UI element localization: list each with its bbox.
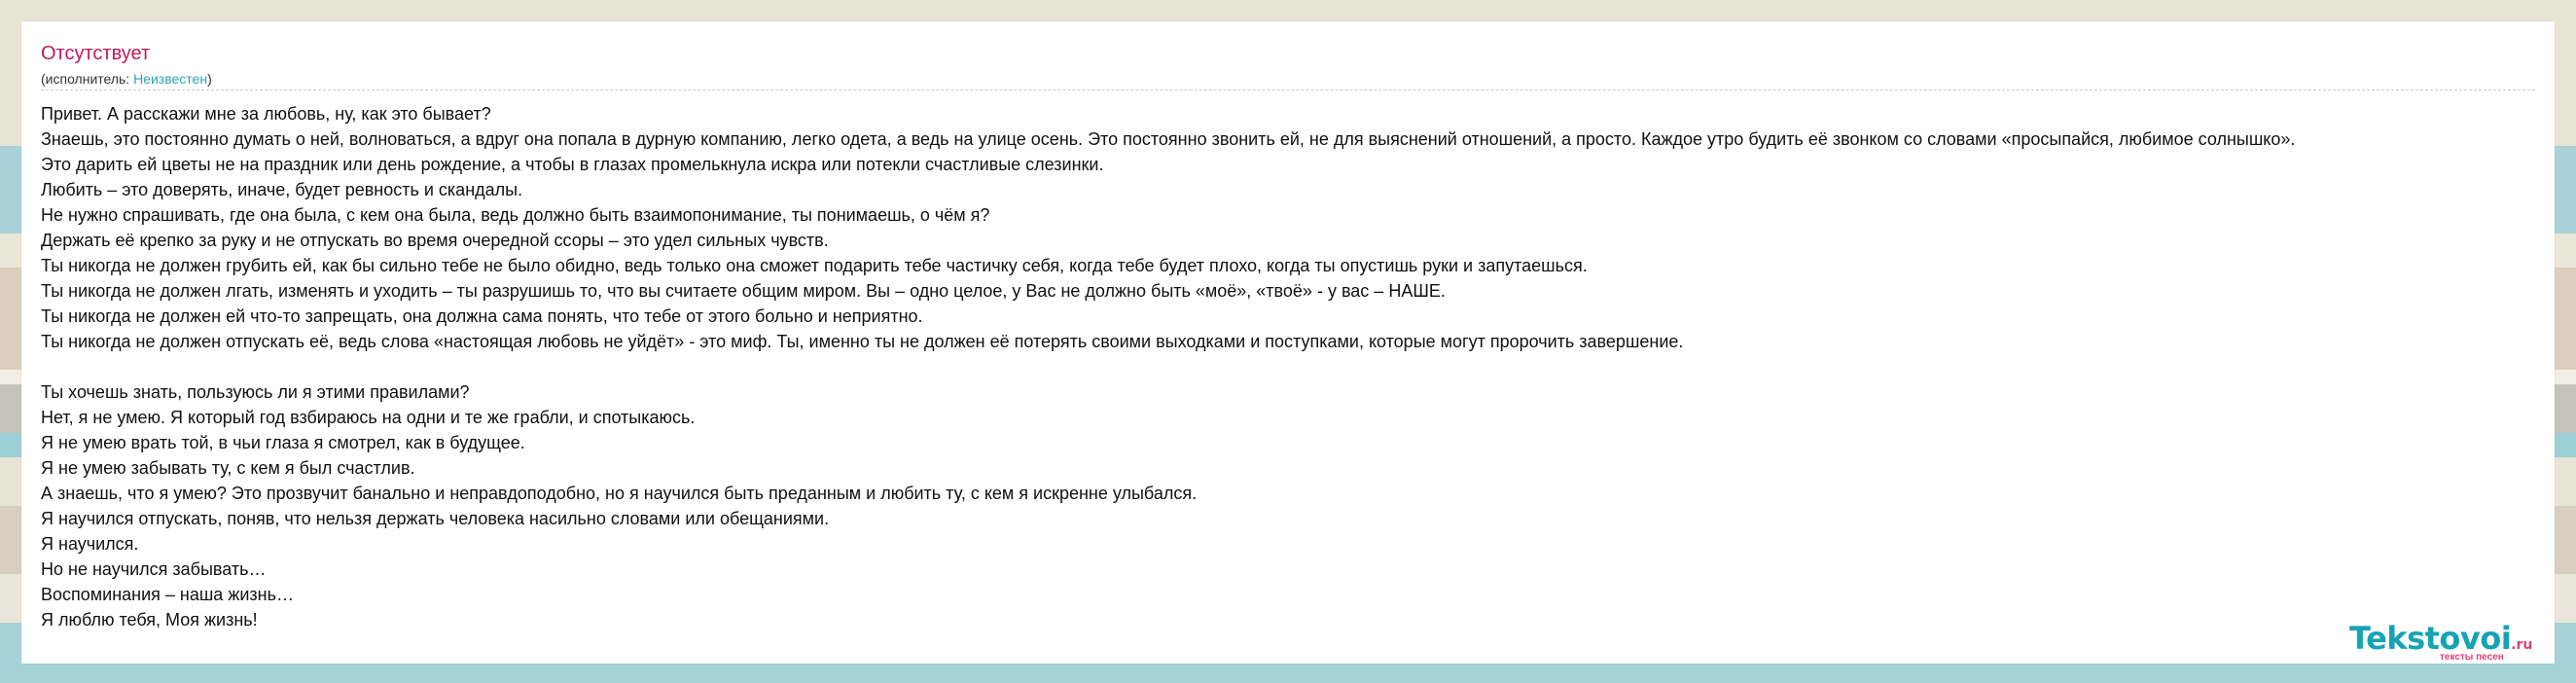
lyrics-line: Знаешь, это постоянно думать о ней, волн… — [41, 129, 2296, 149]
lyrics-line: Не нужно спрашивать, где она была, с кем… — [41, 205, 990, 225]
lyrics-line: Держать её крепко за руку и не отпускать… — [41, 231, 829, 250]
lyrics-line: Ты никогда не должен отпускать её, ведь … — [41, 332, 1684, 351]
lyrics-line: Я люблю тебя, Моя жизнь! — [41, 610, 258, 629]
performer-link[interactable]: Неизвестен — [133, 71, 207, 87]
lyrics-line: Ты никогда не должен грубить ей, как бы … — [41, 256, 1588, 275]
logo-tagline: тексты песен — [2440, 652, 2504, 663]
stanza-break — [41, 354, 2551, 379]
logo-tld: .ru — [2511, 637, 2533, 653]
lyrics-line: Но не научился забывать… — [41, 559, 267, 579]
lyrics-line: Ты никогда не должен ей что-то запрещать… — [41, 306, 923, 326]
lyrics-line: Любить – это доверять, иначе, будет ревн… — [41, 180, 523, 199]
lyrics-line: Привет. А расскажи мне за любовь, ну, ка… — [41, 104, 491, 124]
lyrics-line: Воспоминания – наша жизнь… — [41, 585, 294, 604]
lyrics-line: Нет, я не умею. Я который год взбираюсь … — [41, 408, 696, 427]
lyrics-line: Я не умею врать той, в чьи глаза я смотр… — [41, 433, 525, 452]
lyrics-card: Отсутствует (исполнитель: Неизвестен) Пр… — [21, 21, 2555, 664]
lyrics-line: Я научился отпускать, поняв, что нельзя … — [41, 509, 830, 528]
performer-line: (исполнитель: Неизвестен) — [41, 71, 212, 87]
lyrics-line: Я не умею забывать ту, с кем я был счаст… — [41, 458, 415, 478]
lyrics-line: Ты хочешь знать, пользуюсь ли я этими пр… — [41, 382, 470, 402]
performer-prefix: (исполнитель: — [41, 71, 134, 87]
song-title: Отсутствует — [41, 43, 151, 64]
lyrics-text: Привет. А расскажи мне за любовь, ну, ка… — [41, 101, 2551, 632]
lyrics-line: Ты никогда не должен лгать, изменять и у… — [41, 281, 1446, 301]
lyrics-line: Это дарить ей цветы не на праздник или д… — [41, 155, 1104, 174]
site-logo[interactable]: Tekstovoi.ru тексты песен — [2349, 623, 2533, 663]
lyrics-line: А знаешь, что я умею? Это прозвучит бана… — [41, 484, 1198, 503]
performer-suffix: ) — [207, 71, 212, 87]
lyrics-line: Я научился. — [41, 534, 139, 554]
